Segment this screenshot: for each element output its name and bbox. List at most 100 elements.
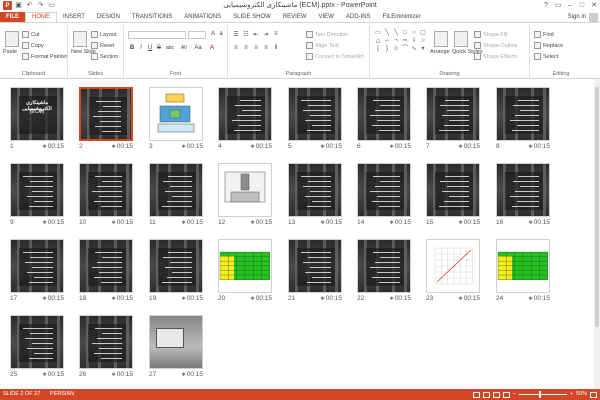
tab-fileminimizer[interactable]: FILEminimizer [377, 12, 427, 22]
transition-star-icon[interactable]: ✱ [112, 372, 116, 378]
shape-fill-button[interactable]: Shape Fill [474, 31, 507, 38]
text-shadow-button[interactable]: abc [164, 45, 176, 51]
transition-star-icon[interactable]: ✱ [459, 220, 463, 226]
slide-preview[interactable] [79, 163, 133, 217]
brace-shape-icon[interactable]: } [383, 46, 391, 53]
numbering-icon[interactable]: ☷ [242, 31, 250, 38]
slide-thumbnail[interactable]: 3 ✱00:15 [149, 87, 203, 159]
slide-thumbnail[interactable]: 12 ✱00:15 [218, 163, 272, 235]
zoom-slider[interactable] [518, 391, 567, 398]
strikethrough-button[interactable]: S [155, 45, 163, 51]
arrange-button[interactable]: Arrange [430, 49, 450, 55]
undo-icon[interactable]: ↶ [25, 1, 34, 10]
transition-star-icon[interactable]: ✱ [182, 372, 186, 378]
slideshow-view-icon[interactable] [502, 391, 510, 398]
rectangle-shape-icon[interactable]: □ [401, 30, 409, 37]
shape-outline-button[interactable]: Shape Outline [474, 42, 518, 49]
tab-transitions[interactable]: TRANSITIONS [126, 12, 178, 22]
increase-indent-icon[interactable]: ⇥ [262, 31, 270, 38]
slide-preview[interactable]: ماشینکاری الکتروشیمیایی (ECM) [10, 87, 64, 141]
transition-star-icon[interactable]: ✱ [112, 220, 116, 226]
slide-thumbnail[interactable]: 25 ✱00:15 [10, 315, 64, 387]
slide-thumbnail[interactable]: 27 ✱00:15 [149, 315, 203, 387]
transition-star-icon[interactable]: ✱ [529, 144, 533, 150]
slide-thumbnail[interactable]: 4 ✱00:15 [218, 87, 272, 159]
slide-preview[interactable] [149, 239, 203, 293]
font-name-combo[interactable] [128, 31, 186, 39]
slide-preview[interactable] [218, 239, 272, 293]
restore-button[interactable]: □ [576, 0, 588, 11]
new-slide-icon[interactable] [73, 31, 87, 47]
slide-preview[interactable] [218, 87, 272, 141]
slide-thumbnail[interactable]: 17 ✱00:15 [10, 239, 64, 311]
slide-preview[interactable] [496, 87, 550, 141]
vertical-scrollbar[interactable] [594, 79, 600, 389]
align-left-icon[interactable]: ≡ [232, 45, 240, 51]
slide-thumbnail[interactable]: 22 ✱00:15 [357, 239, 411, 311]
bent-connector-shape-icon[interactable]: ¬ [392, 38, 400, 45]
slide-preview[interactable] [10, 163, 64, 217]
tab-review[interactable]: REVIEW [277, 12, 313, 22]
transition-star-icon[interactable]: ✱ [182, 220, 186, 226]
help-button[interactable]: ? [540, 0, 552, 11]
slide-preview[interactable] [149, 87, 203, 141]
slide-thumbnail[interactable]: 19 ✱00:15 [149, 239, 203, 311]
transition-star-icon[interactable]: ✱ [182, 144, 186, 150]
character-spacing-button[interactable]: AV [178, 45, 190, 51]
slide-thumbnail[interactable]: 20 ✱00:15 [218, 239, 272, 311]
language-indicator[interactable]: PERSIAN [50, 389, 74, 400]
slide-sorter-view-icon[interactable] [482, 391, 490, 398]
zoom-level[interactable]: 50% [576, 389, 587, 400]
transition-star-icon[interactable]: ✱ [43, 372, 47, 378]
slide-thumbnail[interactable]: 14 ✱00:15 [357, 163, 411, 235]
close-button[interactable]: ✕ [588, 0, 600, 11]
slide-preview[interactable] [79, 239, 133, 293]
slide-thumbnail[interactable]: 8 ✱00:15 [496, 87, 550, 159]
slide-thumbnail[interactable]: 10 ✱00:15 [79, 163, 133, 235]
change-case-button[interactable]: Aa [192, 45, 204, 51]
minimize-button[interactable]: – [564, 0, 576, 11]
shrink-font-button[interactable]: a [217, 31, 225, 37]
slide-preview[interactable] [426, 87, 480, 141]
find-button[interactable]: Find [534, 31, 554, 38]
freeform-shape-icon[interactable]: ∿ [410, 46, 418, 53]
cut-button[interactable]: Cut [22, 31, 40, 38]
tab-slide-show[interactable]: SLIDE SHOW [227, 12, 277, 22]
bold-button[interactable]: B [128, 45, 136, 51]
transition-star-icon[interactable]: ✱ [251, 144, 255, 150]
paste-icon[interactable] [5, 31, 19, 47]
normal-view-icon[interactable] [472, 391, 480, 398]
replace-button[interactable]: Replace [534, 42, 563, 49]
brace-shape-icon[interactable]: { [374, 46, 382, 53]
transition-star-icon[interactable]: ✱ [43, 220, 47, 226]
tab-design[interactable]: DESIGN [91, 12, 126, 22]
transition-star-icon[interactable]: ✱ [112, 296, 116, 302]
transition-star-icon[interactable]: ✱ [43, 144, 47, 150]
redo-icon[interactable]: ↷ [36, 1, 45, 10]
more-shapes-icon[interactable]: ▾ [419, 46, 427, 53]
tab-view[interactable]: VIEW [313, 12, 340, 22]
slide-thumbnail[interactable]: 5 ✱00:15 [288, 87, 342, 159]
slide-thumbnail[interactable]: 24 ✱00:15 [496, 239, 550, 311]
shapes-gallery[interactable]: ▭ ╲ ╲ □ ○ ▢ △ ⌐ ¬ ⇨ ⇩ ☆ { } ✩ ⌒ ∿ ▾ [374, 30, 427, 53]
slide-preview[interactable] [288, 239, 342, 293]
slide-thumbnail[interactable]: 23 ✱00:15 [426, 239, 480, 311]
slide-preview[interactable] [10, 315, 64, 369]
oval-shape-icon[interactable]: ○ [410, 30, 418, 37]
line-shape-icon[interactable]: ╲ [383, 30, 391, 37]
reading-view-icon[interactable] [492, 391, 500, 398]
section-button[interactable]: Section [91, 53, 118, 60]
transition-star-icon[interactable]: ✱ [321, 144, 325, 150]
star-shape-icon[interactable]: ✩ [392, 46, 400, 53]
slide-thumbnail[interactable]: 6 ✱00:15 [357, 87, 411, 159]
font-color-button[interactable]: A [208, 45, 216, 51]
rounded-rect-shape-icon[interactable]: ▢ [419, 30, 427, 37]
align-right-icon[interactable]: ≡ [252, 45, 260, 51]
transition-star-icon[interactable]: ✱ [251, 220, 255, 226]
transition-star-icon[interactable]: ✱ [529, 296, 533, 302]
slide-preview[interactable] [426, 163, 480, 217]
triangle-shape-icon[interactable]: △ [374, 38, 382, 45]
transition-star-icon[interactable]: ✱ [321, 220, 325, 226]
scrollbar-thumb[interactable] [595, 87, 599, 327]
slide-preview[interactable] [149, 315, 203, 369]
